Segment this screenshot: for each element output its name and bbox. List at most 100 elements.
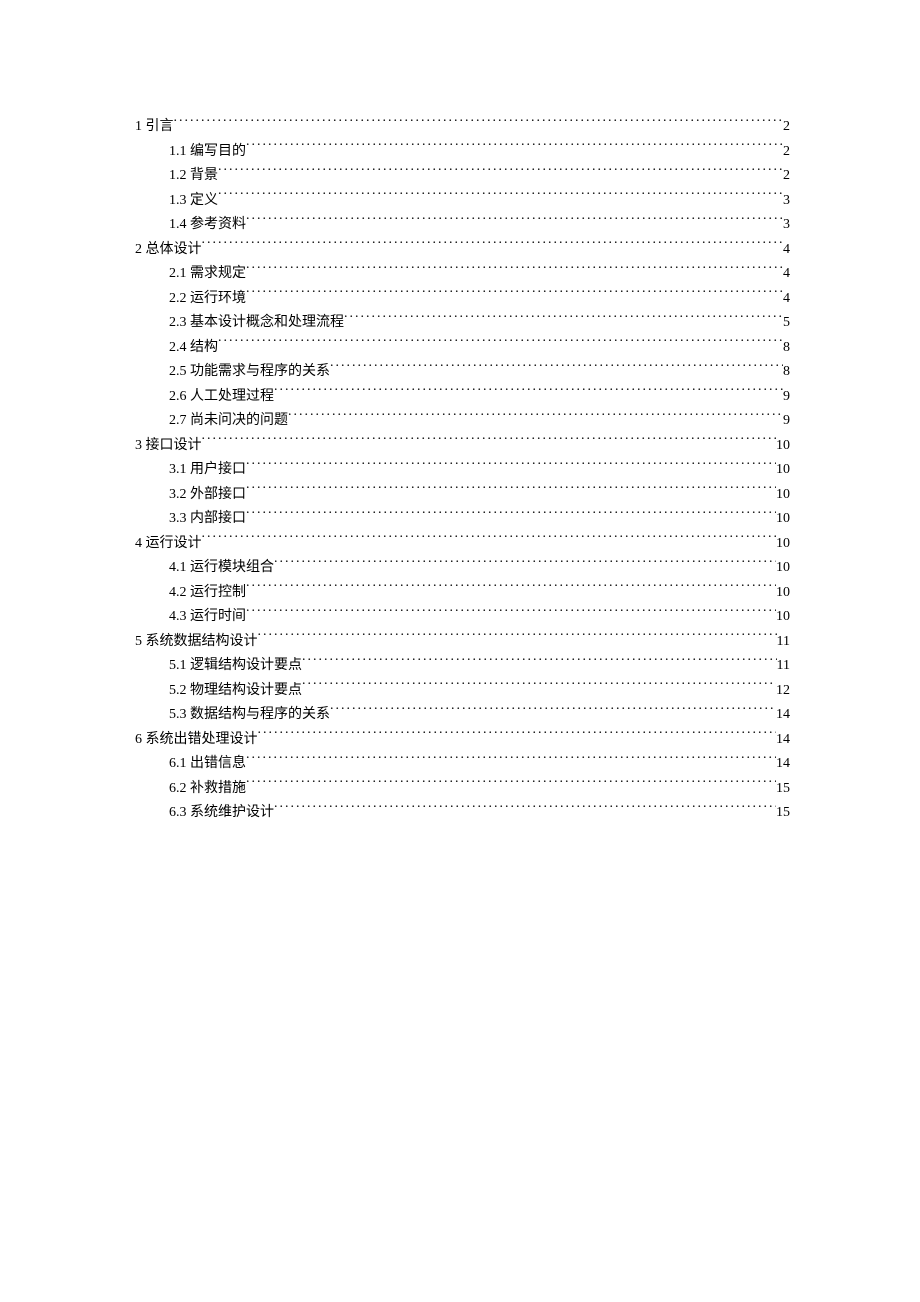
toc-entry-title: 3.2 外部接口 bbox=[169, 483, 246, 508]
toc-leader-dots bbox=[274, 386, 783, 400]
toc-leader-dots bbox=[246, 214, 783, 228]
toc-entry-page: 10 bbox=[776, 581, 790, 606]
toc-entry[interactable]: 5.3 数据结构与程序的关系 14 bbox=[135, 703, 790, 728]
toc-entry-page: 10 bbox=[776, 605, 790, 630]
toc-entry-page: 8 bbox=[783, 360, 790, 385]
toc-entry[interactable]: 3.2 外部接口 10 bbox=[135, 483, 790, 508]
toc-leader-dots bbox=[246, 288, 783, 302]
toc-entry-title: 2.1 需求规定 bbox=[169, 262, 246, 287]
toc-entry[interactable]: 1.1 编写目的 2 bbox=[135, 140, 790, 165]
table-of-contents: 1 引言21.1 编写目的21.2 背景21.3 定义31.4 参考资料32 总… bbox=[135, 115, 790, 826]
toc-leader-dots bbox=[344, 312, 783, 326]
toc-entry[interactable]: 4 运行设计10 bbox=[135, 532, 790, 557]
toc-entry-title: 2.6 人工处理过程 bbox=[169, 385, 274, 410]
toc-entry-page: 4 bbox=[783, 262, 790, 287]
toc-entry-page: 3 bbox=[783, 213, 790, 238]
toc-entry[interactable]: 1 引言2 bbox=[135, 115, 790, 140]
toc-entry[interactable]: 6.2 补救措施 15 bbox=[135, 777, 790, 802]
toc-leader-dots bbox=[218, 337, 783, 351]
toc-entry[interactable]: 2.2 运行环境 4 bbox=[135, 287, 790, 312]
toc-entry-title: 4.2 运行控制 bbox=[169, 581, 246, 606]
toc-leader-dots bbox=[274, 557, 776, 571]
toc-entry[interactable]: 5.1 逻辑结构设计要点 11 bbox=[135, 654, 790, 679]
toc-entry-title: 2.2 运行环境 bbox=[169, 287, 246, 312]
toc-entry-page: 10 bbox=[776, 483, 790, 508]
toc-leader-dots bbox=[246, 459, 776, 473]
toc-entry-title: 6.2 补救措施 bbox=[169, 777, 246, 802]
toc-entry-page: 10 bbox=[776, 507, 790, 532]
toc-entry-title: 5 系统数据结构设计 bbox=[135, 630, 258, 655]
toc-entry-title: 3 接口设计 bbox=[135, 434, 202, 459]
toc-leader-dots bbox=[302, 655, 777, 669]
toc-entry-title: 5.1 逻辑结构设计要点 bbox=[169, 654, 302, 679]
toc-leader-dots bbox=[202, 239, 784, 253]
toc-leader-dots bbox=[302, 680, 776, 694]
toc-entry-title: 3.3 内部接口 bbox=[169, 507, 246, 532]
toc-entry[interactable]: 4.2 运行控制 10 bbox=[135, 581, 790, 606]
toc-entry[interactable]: 1.4 参考资料 3 bbox=[135, 213, 790, 238]
toc-entry[interactable]: 6 系统出错处理设计14 bbox=[135, 728, 790, 753]
toc-entry[interactable]: 2.3 基本设计概念和处理流程5 bbox=[135, 311, 790, 336]
toc-entry-title: 1 引言 bbox=[135, 115, 174, 140]
toc-entry[interactable]: 4.3 运行时间 10 bbox=[135, 605, 790, 630]
toc-entry-page: 10 bbox=[776, 556, 790, 581]
toc-entry-title: 2.4 结构 bbox=[169, 336, 218, 361]
toc-leader-dots bbox=[246, 753, 776, 767]
toc-entry-title: 2.3 基本设计概念和处理流程 bbox=[169, 311, 344, 336]
toc-entry-page: 10 bbox=[776, 434, 790, 459]
toc-entry-title: 4.1 运行模块组合 bbox=[169, 556, 274, 581]
toc-entry-page: 9 bbox=[783, 409, 790, 434]
toc-entry[interactable]: 1.2 背景2 bbox=[135, 164, 790, 189]
toc-leader-dots bbox=[288, 410, 783, 424]
toc-leader-dots bbox=[174, 116, 784, 130]
toc-entry-page: 15 bbox=[776, 801, 790, 826]
toc-entry[interactable]: 5 系统数据结构设计 11 bbox=[135, 630, 790, 655]
toc-entry-page: 4 bbox=[783, 238, 790, 263]
toc-entry[interactable]: 2.4 结构 8 bbox=[135, 336, 790, 361]
toc-leader-dots bbox=[330, 704, 776, 718]
toc-entry-title: 6.1 出错信息 bbox=[169, 752, 246, 777]
toc-entry[interactable]: 5.2 物理结构设计要点12 bbox=[135, 679, 790, 704]
toc-entry[interactable]: 3.3 内部接口 10 bbox=[135, 507, 790, 532]
toc-entry-page: 2 bbox=[783, 140, 790, 165]
toc-entry-page: 9 bbox=[783, 385, 790, 410]
toc-entry[interactable]: 4.1 运行模块组合 10 bbox=[135, 556, 790, 581]
toc-leader-dots bbox=[246, 606, 776, 620]
toc-entry-title: 3.1 用户接口 bbox=[169, 458, 246, 483]
toc-leader-dots bbox=[202, 533, 777, 547]
toc-leader-dots bbox=[246, 141, 783, 155]
toc-entry-title: 5.2 物理结构设计要点 bbox=[169, 679, 302, 704]
toc-entry[interactable]: 2.5 功能需求与程序的关系8 bbox=[135, 360, 790, 385]
toc-leader-dots bbox=[246, 263, 783, 277]
toc-entry-page: 14 bbox=[776, 752, 790, 777]
toc-entry-page: 2 bbox=[783, 164, 790, 189]
toc-entry-page: 15 bbox=[776, 777, 790, 802]
toc-leader-dots bbox=[246, 582, 776, 596]
toc-entry[interactable]: 2 总体设计4 bbox=[135, 238, 790, 263]
toc-leader-dots bbox=[218, 165, 783, 179]
toc-entry-page: 10 bbox=[776, 532, 790, 557]
toc-entry[interactable]: 2.6 人工处理过程 9 bbox=[135, 385, 790, 410]
toc-entry[interactable]: 6.1 出错信息 14 bbox=[135, 752, 790, 777]
toc-entry-title: 6 系统出错处理设计 bbox=[135, 728, 258, 753]
toc-leader-dots bbox=[274, 802, 776, 816]
toc-entry-title: 2.7 尚未问决的问题 bbox=[169, 409, 288, 434]
toc-entry[interactable]: 6.3 系统维护设计15 bbox=[135, 801, 790, 826]
toc-entry-page: 4 bbox=[783, 287, 790, 312]
toc-entry[interactable]: 3.1 用户接口 10 bbox=[135, 458, 790, 483]
toc-entry[interactable]: 2.1 需求规定 4 bbox=[135, 262, 790, 287]
toc-entry-page: 8 bbox=[783, 336, 790, 361]
toc-entry-page: 3 bbox=[783, 189, 790, 214]
toc-entry-title: 5.3 数据结构与程序的关系 bbox=[169, 703, 330, 728]
toc-entry-page: 10 bbox=[776, 458, 790, 483]
toc-entry-page: 14 bbox=[776, 703, 790, 728]
toc-entry-page: 11 bbox=[777, 630, 790, 655]
toc-entry[interactable]: 1.3 定义3 bbox=[135, 189, 790, 214]
toc-entry-title: 1.1 编写目的 bbox=[169, 140, 246, 165]
toc-entry[interactable]: 3 接口设计 10 bbox=[135, 434, 790, 459]
toc-entry[interactable]: 2.7 尚未问决的问题 9 bbox=[135, 409, 790, 434]
toc-entry-title: 1.4 参考资料 bbox=[169, 213, 246, 238]
toc-leader-dots bbox=[218, 190, 783, 204]
toc-entry-title: 4.3 运行时间 bbox=[169, 605, 246, 630]
toc-entry-page: 11 bbox=[777, 654, 790, 679]
